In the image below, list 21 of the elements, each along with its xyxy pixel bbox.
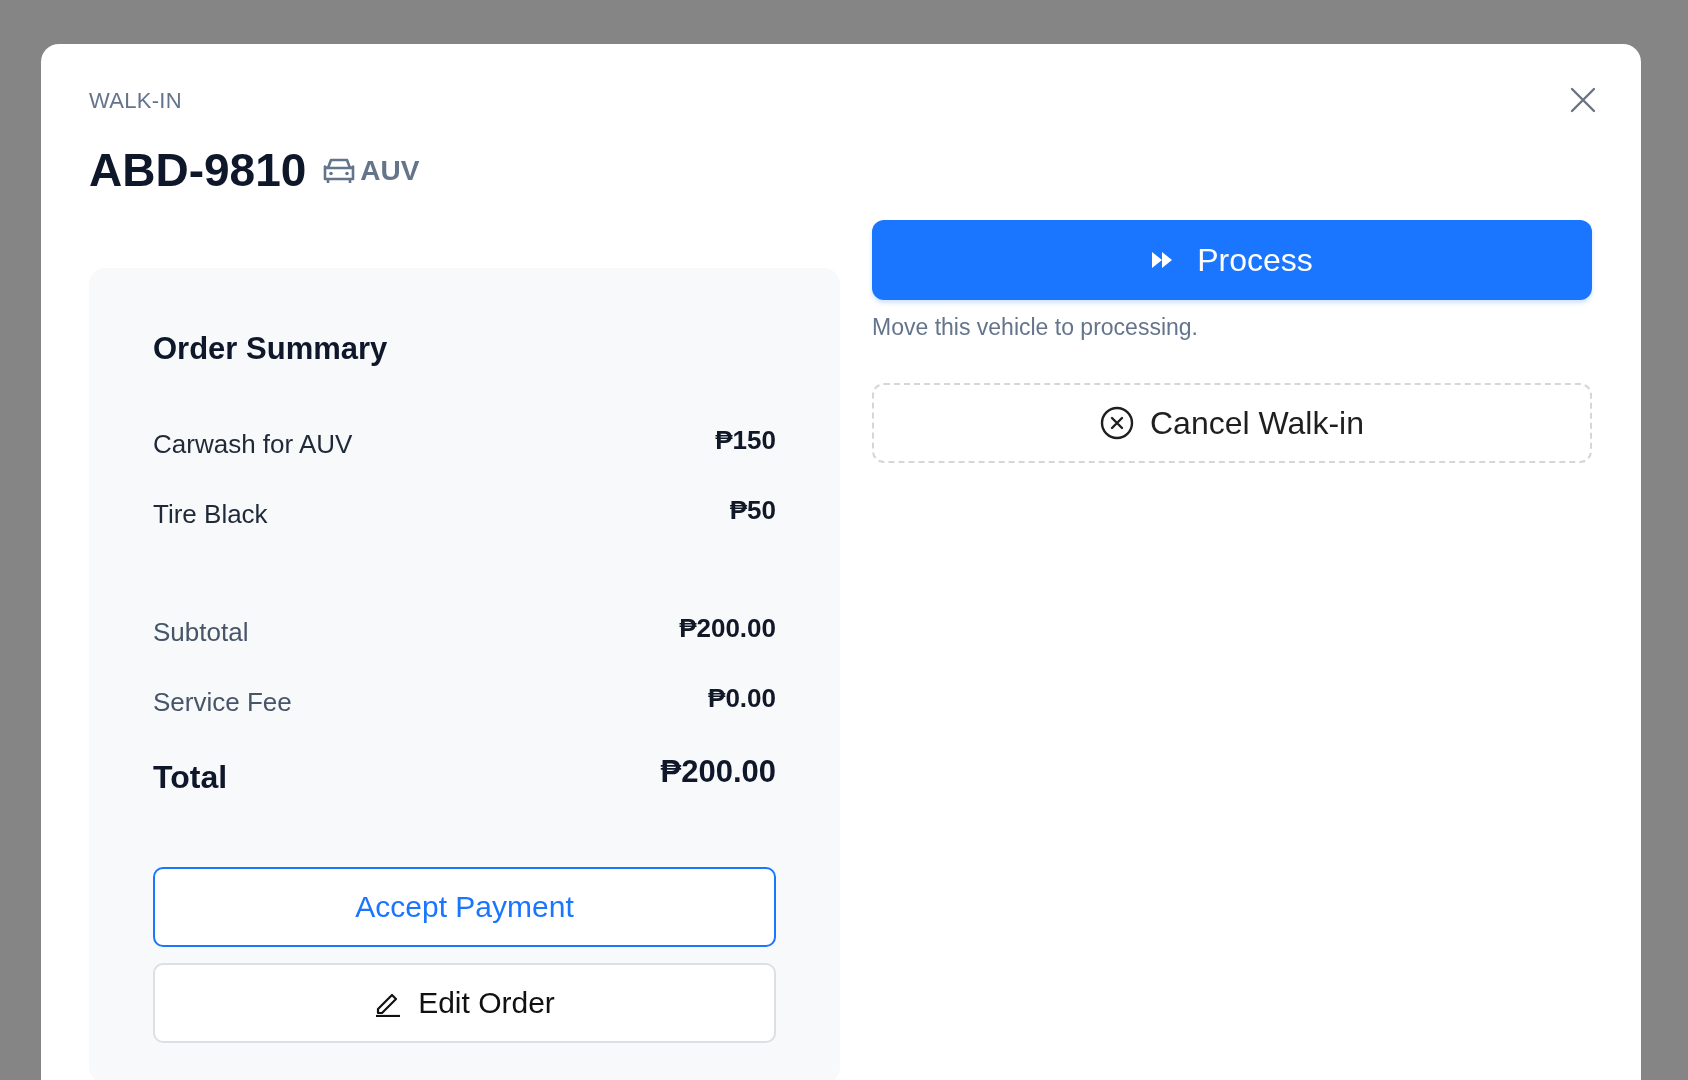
line-item-name: Tire Black	[153, 497, 268, 531]
close-circle-icon	[1100, 405, 1134, 440]
line-item-price: ₱150	[715, 423, 776, 457]
edit-order-button[interactable]: Edit Order	[153, 962, 776, 1043]
vehicle-type: AUV	[360, 153, 420, 188]
total-label: Total	[153, 757, 228, 797]
summary-label: Subtotal	[153, 615, 249, 649]
line-item-name: Carwash for AUV	[153, 427, 353, 461]
total-amount: ₱200.00	[660, 752, 776, 791]
walk-in-label: WALK-IN	[89, 87, 182, 115]
cancel-walk-in-button[interactable]: Cancel Walk-in	[872, 382, 1592, 463]
plate-number: ABD-9810	[89, 143, 307, 198]
summary-amount: ₱0.00	[708, 681, 776, 715]
summary-amount: ₱200.00	[679, 611, 776, 645]
summary-label: Service Fee	[153, 685, 292, 719]
line-item-price: ₱50	[729, 493, 776, 527]
order-summary-title: Order Summary	[153, 330, 389, 369]
process-button[interactable]: Process	[872, 220, 1592, 301]
process-hint: Move this vehicle to processing.	[872, 313, 1199, 343]
accept-payment-button[interactable]: Accept Payment	[153, 866, 776, 947]
fast-forward-icon	[1151, 251, 1174, 270]
